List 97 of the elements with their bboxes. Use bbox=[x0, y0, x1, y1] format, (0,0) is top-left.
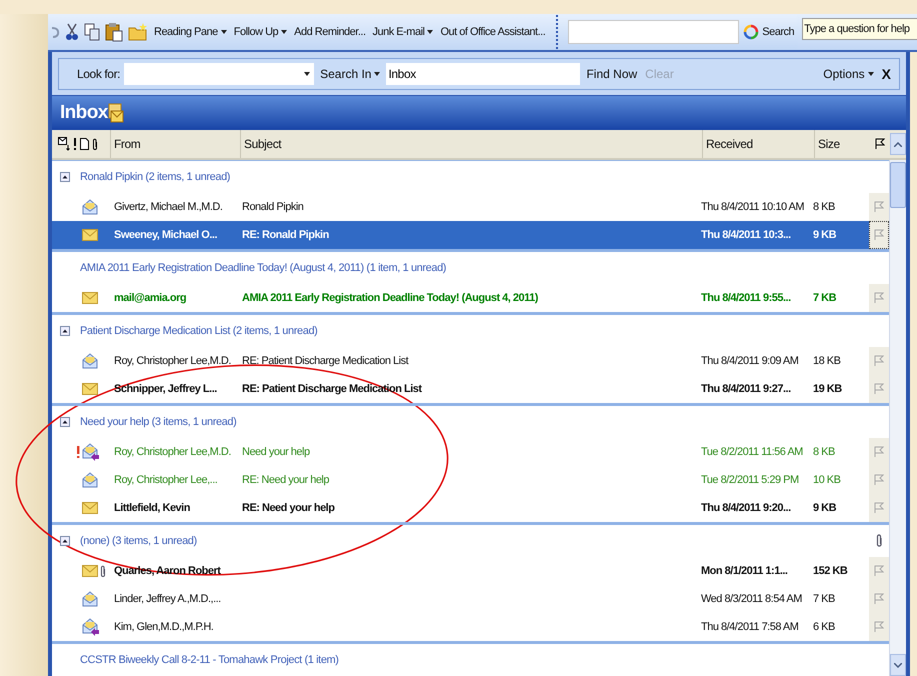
message-row[interactable]: Sweeney, Michael O... RE: Ronald Pipkin Thu 8/4/2011 10:3... 9 KB bbox=[52, 221, 889, 249]
swirl-icon bbox=[743, 24, 760, 40]
caret-icon bbox=[868, 72, 874, 76]
size-text: 9 KB bbox=[813, 502, 838, 514]
search-in-button[interactable]: Search In bbox=[318, 67, 382, 81]
message-row[interactable]: mail@amia.org AMIA 2011 Early Registration Deadline Today! (August 4, 2011) Thu 8/4/2011 9:55... 7 KB bbox=[52, 284, 889, 312]
message-row[interactable]: Roy, Christopher Lee,M.D. Need your help Tue 8/2/2011 11:56 AM 8 KB bbox=[52, 438, 889, 466]
options-button[interactable]: Options bbox=[821, 67, 876, 81]
message-row[interactable]: Roy, Christopher Lee,... RE: Need your help Tue 8/2/2011 5:29 PM 10 KB bbox=[52, 466, 889, 494]
received-text: Mon 8/1/2011 1:1... bbox=[701, 565, 788, 577]
received-text: Thu 8/4/2011 9:55... bbox=[701, 292, 792, 304]
group-header[interactable]: AMIA 2011 Early Registration Deadline Today! (August 4, 2011) (1 item, 1 unread) bbox=[76, 262, 446, 274]
size-text: 7 KB bbox=[813, 292, 838, 304]
collapse-button[interactable] bbox=[60, 536, 70, 546]
sender-text: Roy, Christopher Lee,... bbox=[113, 474, 218, 486]
search-field[interactable] bbox=[568, 20, 740, 44]
received-text: Thu 8/4/2011 9:20... bbox=[701, 502, 792, 514]
close-button[interactable]: X bbox=[880, 66, 893, 82]
column-header[interactable]: From bbox=[110, 130, 240, 158]
caret-icon bbox=[374, 72, 380, 76]
undo-icon[interactable] bbox=[50, 25, 60, 39]
size-text: 8 KB bbox=[813, 446, 836, 458]
group-header[interactable]: Ronald Pipkin (2 items, 1 unread) bbox=[76, 171, 230, 183]
folder-envelope-icon[interactable] bbox=[108, 103, 124, 123]
size-text: 8 KB bbox=[813, 201, 836, 213]
scissors-icon[interactable] bbox=[65, 23, 79, 41]
flag-icon[interactable] bbox=[875, 138, 885, 150]
search-button[interactable]: Search bbox=[742, 24, 796, 40]
column-header[interactable]: Received bbox=[702, 130, 814, 158]
sender-text: Littlefield, Kevin bbox=[113, 502, 191, 514]
received-text: Thu 8/4/2011 7:58 AM bbox=[701, 621, 800, 633]
document-icon[interactable] bbox=[80, 138, 89, 150]
paperclip-icon[interactable] bbox=[92, 138, 98, 150]
sender-text: Linder, Jeffrey A.,M.D.,... bbox=[113, 593, 222, 605]
subject-text: AMIA 2011 Early Registration Deadline Today! (August 4, 2011) bbox=[242, 292, 538, 304]
importance-icon[interactable] bbox=[73, 138, 77, 150]
received-text: Thu 8/4/2011 10:3... bbox=[701, 229, 792, 241]
subject-text: Ronald Pipkin bbox=[242, 201, 304, 213]
received-text: Tue 8/2/2011 11:56 AM bbox=[701, 446, 804, 458]
collapse-button[interactable] bbox=[60, 417, 70, 427]
size-text: 152 KB bbox=[813, 565, 848, 577]
received-text: Thu 8/4/2011 10:10 AM bbox=[701, 201, 806, 213]
envelope-sort-icon[interactable] bbox=[58, 137, 70, 151]
sender-text: mail@amia.org bbox=[113, 292, 188, 304]
scope-field[interactable]: Inbox bbox=[386, 63, 580, 85]
find-now-button[interactable]: Find Now bbox=[584, 67, 640, 81]
scrollbar[interactable] bbox=[889, 160, 906, 676]
sender-text: Kim, Glen,M.D.,M.P.H. bbox=[113, 621, 214, 633]
size-text: 7 KB bbox=[813, 593, 836, 605]
toolbar-button[interactable]: Out of Office Assistant... bbox=[439, 26, 546, 38]
subject-text: RE: Patient Discharge Medication List bbox=[242, 355, 408, 367]
collapse-button[interactable] bbox=[60, 172, 70, 182]
received-text: Tue 8/2/2011 5:29 PM bbox=[701, 474, 800, 486]
caret-icon bbox=[304, 72, 310, 76]
column-header[interactable]: Subject bbox=[240, 130, 702, 158]
look-for-field[interactable] bbox=[124, 63, 314, 85]
size-text: 6 KB bbox=[813, 621, 836, 633]
clipboard-icon[interactable] bbox=[105, 22, 123, 42]
message-row[interactable]: Linder, Jeffrey A.,M.D.,... Wed 8/3/2011 8:54 AM 7 KB bbox=[52, 585, 889, 613]
toolbar-button[interactable]: Junk E-mail bbox=[372, 26, 434, 38]
toolbar-button[interactable]: Reading Pane bbox=[153, 26, 228, 38]
column-header[interactable]: Size bbox=[814, 130, 870, 158]
group-header[interactable]: CCSTR Biweekly Call 8-2-11 - Tomahawk Project (1 item) bbox=[76, 654, 339, 666]
group-header[interactable]: (none) (3 items, 1 unread) bbox=[76, 535, 197, 547]
collapse-button[interactable] bbox=[60, 326, 70, 336]
copy-icon[interactable] bbox=[84, 23, 100, 41]
toolbar-button[interactable]: Follow Up bbox=[232, 26, 288, 38]
message-row[interactable]: Roy, Christopher Lee,M.D. RE: Patient Discharge Medication List Thu 8/4/2011 9:09 AM 18 KB bbox=[52, 347, 889, 375]
help-field[interactable]: Type a question for help bbox=[802, 18, 917, 40]
size-text: 9 KB bbox=[813, 229, 838, 241]
size-text: 19 KB bbox=[813, 383, 843, 395]
folder-icon[interactable] bbox=[128, 22, 148, 42]
scroll-up-button[interactable] bbox=[890, 133, 906, 155]
size-text: 18 KB bbox=[813, 355, 842, 367]
group-header[interactable]: Patient Discharge Medication List (2 items, 1 unread) bbox=[76, 325, 318, 337]
sender-text: Roy, Christopher Lee,M.D. bbox=[113, 446, 232, 458]
message-row[interactable]: Givertz, Michael M.,M.D. Ronald Pipkin Thu 8/4/2011 10:10 AM 8 KB bbox=[52, 193, 889, 221]
message-row[interactable]: Littlefield, Kevin RE: Need your help Thu 8/4/2011 9:20... 9 KB bbox=[52, 494, 889, 522]
sender-text: Roy, Christopher Lee,M.D. bbox=[113, 355, 232, 367]
toolbar-button[interactable]: Add Reminder... bbox=[293, 26, 367, 38]
message-row[interactable]: Kim, Glen,M.D.,M.P.H. Thu 8/4/2011 7:58 AM 6 KB bbox=[52, 613, 889, 641]
sender-text: Sweeney, Michael O... bbox=[113, 229, 218, 241]
group-header[interactable]: Need your help (3 items, 1 unread) bbox=[76, 416, 236, 428]
received-text: Thu 8/4/2011 9:27... bbox=[701, 383, 792, 395]
scroll-thumb[interactable] bbox=[890, 162, 906, 208]
subject-text: RE: Ronald Pipkin bbox=[242, 229, 329, 241]
sender-text: Givertz, Michael M.,M.D. bbox=[113, 201, 224, 213]
folder-title: Inbox bbox=[60, 102, 108, 124]
scroll-down-button[interactable] bbox=[890, 654, 906, 676]
subject-text: Need your help bbox=[242, 446, 310, 458]
subject-text: RE: Need your help bbox=[242, 474, 329, 486]
received-text: Wed 8/3/2011 8:54 AM bbox=[701, 593, 803, 605]
received-text: Thu 8/4/2011 9:09 AM bbox=[701, 355, 800, 367]
look-for-label: Look for: bbox=[77, 67, 120, 81]
sender-text: Schnipper, Jeffrey L... bbox=[113, 383, 218, 395]
size-text: 10 KB bbox=[813, 474, 842, 486]
subject-text: RE: Need your help bbox=[242, 502, 334, 514]
